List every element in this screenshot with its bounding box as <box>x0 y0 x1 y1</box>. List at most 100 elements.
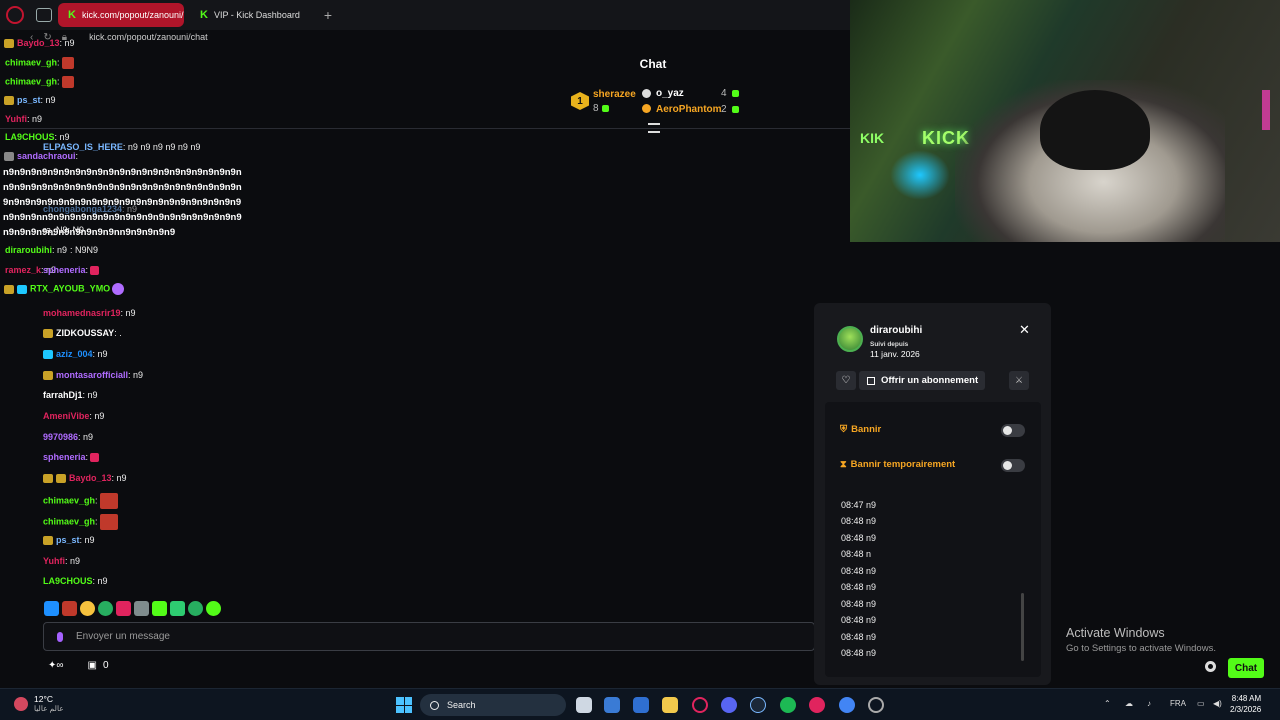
emote-icon[interactable] <box>44 601 59 616</box>
discord-icon[interactable] <box>721 697 737 713</box>
close-icon[interactable]: ✕ <box>1019 322 1030 338</box>
network-icon[interactable]: ☁ <box>1125 699 1133 708</box>
gift-icon <box>732 90 739 97</box>
follow-button[interactable]: ♡ <box>836 371 856 390</box>
mic-icon[interactable]: ♪ <box>1147 699 1151 708</box>
chat-message: ps_st: n9 <box>4 95 56 106</box>
browser-tab-bar: K kick.com/popout/zanouni/ K VIP - Kick … <box>0 0 850 30</box>
chat-footer: ✦∞ ▣ 0 <box>48 660 109 671</box>
leaderboard-top-count: 8 <box>593 103 599 114</box>
leaderboard-name[interactable]: o_yaz <box>656 88 684 99</box>
activate-windows-notice: Activate Windows Go to Settings to activ… <box>1066 626 1216 654</box>
badge-icon <box>642 89 651 98</box>
tray-expand-icon[interactable]: ⌃ <box>1104 699 1111 708</box>
microphone-icon[interactable] <box>57 631 63 642</box>
timeout-label: Bannir temporairement <box>850 459 956 470</box>
emote-icon[interactable] <box>80 601 95 616</box>
tab-kick-dashboard[interactable]: K VIP - Kick Dashboard <box>190 3 310 27</box>
new-tab-button[interactable]: + <box>324 7 332 23</box>
emote-icon[interactable] <box>116 601 131 616</box>
volume-icon[interactable]: ◀) <box>1213 699 1222 708</box>
copilot-icon[interactable] <box>604 697 620 713</box>
chat-message: mohamednasrir19: n9 <box>43 308 136 318</box>
leaderboard-count: 4 <box>721 88 727 99</box>
user-card: diraroubihi Suivi depuis 11 janv. 2026 ✕… <box>814 303 1051 685</box>
chat-message: aziz_004: n9 <box>43 349 108 360</box>
kick-icon: K <box>200 9 208 21</box>
channel-points-icon[interactable]: ✦∞ <box>48 660 64 671</box>
clock[interactable]: 8:48 AM 2/3/2026 <box>1230 693 1261 715</box>
chat-settings-icon[interactable] <box>1205 661 1216 672</box>
spam-message: n9n9n9n9n9n9n9n9n9n9n9n9n9n9n9n9n9n9n9n9… <box>3 167 242 238</box>
steam-icon[interactable] <box>750 697 766 713</box>
user-card-username[interactable]: diraroubihi <box>870 325 922 336</box>
kick-icon: K <box>68 9 76 21</box>
language-indicator[interactable]: FRA <box>1170 699 1186 708</box>
avatar <box>837 326 863 352</box>
mod-tools-button[interactable]: ⚔ <box>1009 371 1029 390</box>
task-view-icon[interactable] <box>576 697 592 713</box>
chat-message: montasarofficiall: n9 <box>43 370 143 381</box>
search-icon <box>430 700 439 710</box>
lamp <box>1262 90 1270 130</box>
history-message: 08:48 n9 <box>841 533 877 543</box>
history-message: 08:48 n9 <box>841 582 877 592</box>
file-explorer-icon[interactable] <box>662 697 678 713</box>
chat-message: RTX_AYOUB_YMO <box>4 283 125 295</box>
chat-message: 9970986: n9 <box>43 432 94 442</box>
app-icon[interactable] <box>809 697 825 713</box>
weather-temp: 12°C <box>34 694 53 704</box>
emote-icon[interactable] <box>98 601 113 616</box>
history-message: 08:48 n9 <box>841 566 877 576</box>
chat-title: Chat <box>639 57 667 71</box>
ban-label: Bannir <box>851 424 882 435</box>
chat-message: Yuhfi: n9 <box>5 114 43 124</box>
history-message: 08:48 n9 <box>841 648 877 658</box>
taskbar-search[interactable]: Search <box>420 694 566 716</box>
hourglass-icon: ⧗ <box>840 459 847 470</box>
emote-icon[interactable] <box>62 601 77 616</box>
timeout-toggle[interactable] <box>1001 459 1025 472</box>
tab-overview-icon[interactable] <box>36 8 52 22</box>
neon-sign-left: KIK <box>860 130 885 146</box>
opera-gx-icon[interactable] <box>692 697 708 713</box>
chat-message: AmeniVibe: n9 <box>43 411 105 421</box>
spotify-icon[interactable] <box>780 697 796 713</box>
weather-widget[interactable]: 12°C عالم عاليا <box>14 694 64 713</box>
leaderboard-name[interactable]: AeroPhantom <box>656 104 722 115</box>
tab-popout-chat[interactable]: K kick.com/popout/zanouni/ <box>58 3 184 27</box>
followed-since-date: 11 janv. 2026 <box>870 349 920 359</box>
leaderboard-top-name[interactable]: sherazee <box>593 89 636 100</box>
windows-start-icon[interactable] <box>396 697 412 713</box>
emote-icon[interactable] <box>206 601 221 616</box>
chat-message: chimaev_gh: <box>43 493 118 509</box>
send-chat-button[interactable]: Chat <box>1228 658 1264 678</box>
chat-input[interactable]: Envoyer un message <box>43 622 815 651</box>
ban-toggle[interactable] <box>1001 424 1025 437</box>
opera-icon[interactable] <box>868 697 884 713</box>
tab-label: VIP - Kick Dashboard <box>213 10 300 20</box>
gift-icon[interactable]: ▣ <box>88 660 97 671</box>
chat-message: farrahDj1: n9 <box>43 390 98 400</box>
tab-label: kick.com/popout/zanouni/ <box>81 10 184 20</box>
store-icon[interactable] <box>633 697 649 713</box>
emote-icon[interactable] <box>152 601 167 616</box>
followed-since-label: Suivi depuis <box>870 341 909 348</box>
gift-icon <box>602 105 609 112</box>
opera-icon[interactable] <box>6 6 24 24</box>
display-icon[interactable]: ▭ <box>1197 699 1205 708</box>
url-text[interactable]: kick.com/popout/zanouni/chat <box>89 32 208 42</box>
activate-subtitle: Go to Settings to activate Windows. <box>1066 643 1216 654</box>
chat-message: chongabonga1234: n9 <box>43 204 138 214</box>
emote-icon[interactable] <box>188 601 203 616</box>
webcam-feed: KIK KICK <box>850 0 1280 242</box>
light-glow <box>890 150 950 200</box>
chat-message: Baydo_13: n9 <box>4 38 75 49</box>
history-scrollbar[interactable] <box>1021 593 1024 661</box>
emote-icon[interactable] <box>134 601 149 616</box>
heart-icon: ♡ <box>841 375 851 386</box>
chrome-icon[interactable] <box>839 697 855 713</box>
gift-subscription-button[interactable]: Offrir un abonnement <box>859 371 985 390</box>
screen: K kick.com/popout/zanouni/ K VIP - Kick … <box>0 0 1280 720</box>
emote-icon[interactable] <box>170 601 185 616</box>
